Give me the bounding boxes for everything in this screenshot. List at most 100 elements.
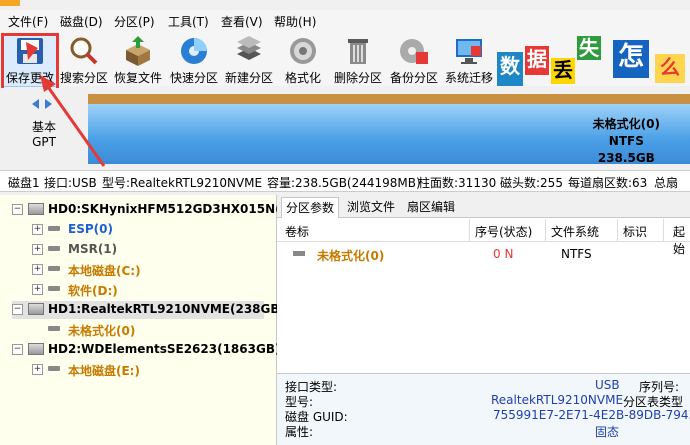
banner-char: 据: [525, 46, 549, 75]
format-icon: [290, 38, 316, 64]
menu-partition[interactable]: 分区(P): [114, 13, 155, 30]
quick-partition-button[interactable]: 快速分区: [166, 34, 222, 86]
new-partition-icon: [237, 36, 261, 60]
col-label[interactable]: 卷标: [285, 223, 309, 240]
column-divider[interactable]: [469, 219, 470, 241]
banner-char: 数: [497, 52, 523, 86]
partition-icon: [48, 326, 60, 331]
disk-cylinders: 柱面数:31130: [418, 176, 497, 190]
menu-help[interactable]: 帮助(H): [274, 13, 316, 30]
expand-icon[interactable]: +: [32, 264, 43, 275]
row-index: 0 N: [493, 247, 514, 261]
expand-icon[interactable]: +: [32, 244, 43, 255]
tree-item-hd0[interactable]: − HD0:SKHynixHFM512GD3HX015N(477: [12, 201, 306, 219]
delete-partition-button[interactable]: 删除分区: [330, 34, 386, 86]
column-divider[interactable]: [617, 219, 618, 241]
collapse-icon[interactable]: −: [12, 204, 23, 215]
attribute-value: 固态: [595, 425, 620, 439]
expand-icon[interactable]: +: [32, 224, 43, 235]
col-index[interactable]: 序号(状态): [475, 223, 532, 240]
tree-label: ESP(0): [68, 222, 113, 236]
banner-char: 丢: [551, 58, 575, 84]
partition-block-header: [88, 94, 690, 104]
tree-item-msr[interactable]: + MSR(1): [32, 241, 232, 259]
title-strip: [0, 0, 690, 10]
collapse-icon[interactable]: −: [12, 344, 23, 355]
disk-type-panel: 基本 GPT: [0, 88, 88, 168]
tree-label: 未格式化(0): [68, 324, 136, 338]
menu-tools[interactable]: 工具(T): [168, 13, 209, 30]
tree-item-hd1[interactable]: − HD1:RealtekRTL9210NVME(238GB): [12, 301, 285, 319]
tree-item-esp[interactable]: + ESP(0): [32, 221, 232, 239]
partition-icon: [48, 226, 60, 231]
expand-icon[interactable]: +: [32, 364, 43, 375]
tree-item-unformatted[interactable]: 未格式化(0): [32, 321, 232, 339]
partition-icon: [48, 366, 60, 371]
delete-partition-icon: [348, 39, 368, 64]
menu-view[interactable]: 查看(V): [221, 13, 263, 30]
disk-sectors: 每道扇区数:63: [568, 176, 648, 190]
partition-block[interactable]: 未格式化(0) NTFS 238.5GB: [88, 94, 690, 167]
disk-details: 接口类型: USB 序列号: 型号: RealtekRTL9210NVME 分区…: [277, 373, 690, 445]
col-flag[interactable]: 标识: [623, 223, 647, 240]
disk-heads: 磁头数:255: [500, 176, 563, 190]
menu-file[interactable]: 文件(F): [8, 13, 48, 30]
tree-label: HD1:RealtekRTL9210NVME(238GB): [48, 302, 286, 316]
tree-label: MSR(1): [68, 242, 118, 256]
tree-label: HD0:SKHynixHFM512GD3HX015N(477: [48, 202, 306, 216]
details-panel: 分区参数 浏览文件 扇区编辑 卷标 序号(状态) 文件系统 标识 起始 未格式化…: [277, 195, 690, 445]
partition-icon: [48, 286, 60, 291]
table-row[interactable]: 未格式化(0) 0 N NTFS: [277, 243, 690, 265]
quick-partition-icon: [181, 38, 207, 64]
toolbar-label: 系统迁移: [444, 71, 493, 85]
tab-bar: 分区参数 浏览文件 扇区编辑: [277, 195, 690, 218]
menu-disk[interactable]: 磁盘(D): [60, 13, 103, 30]
column-divider[interactable]: [545, 219, 546, 241]
tab-partition-params[interactable]: 分区参数: [281, 197, 340, 218]
promo-banner[interactable]: 数 据 丢 失 怎 么: [495, 32, 690, 88]
banner-char: 怎: [613, 40, 649, 78]
disk-guid-value: 755991E7-2E71-4E2B-89DB-79431: [493, 408, 690, 422]
disk-icon: [28, 203, 44, 215]
column-divider[interactable]: [663, 219, 664, 241]
tab-sector-edit[interactable]: 扇区编辑: [403, 197, 459, 217]
tree-item-c[interactable]: + 本地磁盘(C:): [32, 261, 232, 279]
disk-model: 型号:RealtekRTL9210NVME: [102, 176, 263, 190]
tree-item-hd2[interactable]: − HD2:WDElementsSE2623(1863GB): [12, 341, 280, 359]
app-window: 文件(F) 磁盘(D) 分区(P) 工具(T) 查看(V) 帮助(H) 保存更改…: [0, 0, 690, 445]
disk-info-bar: 磁盘1 接口:USB 型号:RealtekRTL9210NVME 容量:238.…: [0, 170, 690, 192]
partition-style-label: GPT: [32, 135, 56, 149]
search-partition-icon: [70, 37, 98, 65]
disk-tree: − HD0:SKHynixHFM512GD3HX015N(477 + ESP(0…: [0, 195, 306, 445]
banner-char: 么: [655, 54, 685, 83]
disk-total-sectors: 总扇: [654, 176, 679, 190]
disk-type-label: 基本: [31, 120, 56, 134]
partition-block-text: 未格式化(0) NTFS 238.5GB: [593, 116, 660, 167]
tree-label: 本地磁盘(E:): [68, 364, 140, 378]
system-migration-button[interactable]: 系统迁移: [441, 34, 497, 86]
expand-icon[interactable]: +: [32, 284, 43, 295]
partition-fs: NTFS: [608, 134, 644, 148]
system-migration-icon: [456, 39, 482, 64]
menu-bar: 文件(F) 磁盘(D) 分区(P) 工具(T) 查看(V) 帮助(H): [0, 10, 690, 32]
interface-type-value: USB: [595, 378, 620, 392]
format-button[interactable]: 格式化: [275, 34, 331, 86]
disk-nav-arrows-icon[interactable]: [30, 98, 54, 110]
recover-files-icon: [126, 36, 150, 66]
col-fs[interactable]: 文件系统: [551, 223, 599, 240]
partition-icon: [48, 266, 60, 271]
backup-partition-icon: [400, 39, 428, 64]
backup-partition-button[interactable]: 备份分区: [386, 34, 442, 86]
attribute-label: 属性:: [285, 425, 314, 439]
banner-char: 失: [577, 36, 601, 60]
disk-icon: [28, 343, 44, 355]
disk-interface: 接口:USB: [44, 176, 97, 190]
recover-files-button[interactable]: 恢复文件: [110, 34, 166, 86]
model-value: RealtekRTL9210NVME: [491, 393, 624, 407]
table-header: 卷标 序号(状态) 文件系统 标识 起始: [277, 219, 690, 256]
collapse-icon[interactable]: −: [12, 304, 23, 315]
tree-item-d[interactable]: + 软件(D:): [32, 281, 232, 299]
tab-browse-files[interactable]: 浏览文件: [343, 197, 399, 217]
tree-label: 软件(D:): [68, 284, 118, 298]
tree-item-e[interactable]: + 本地磁盘(E:): [32, 361, 232, 379]
